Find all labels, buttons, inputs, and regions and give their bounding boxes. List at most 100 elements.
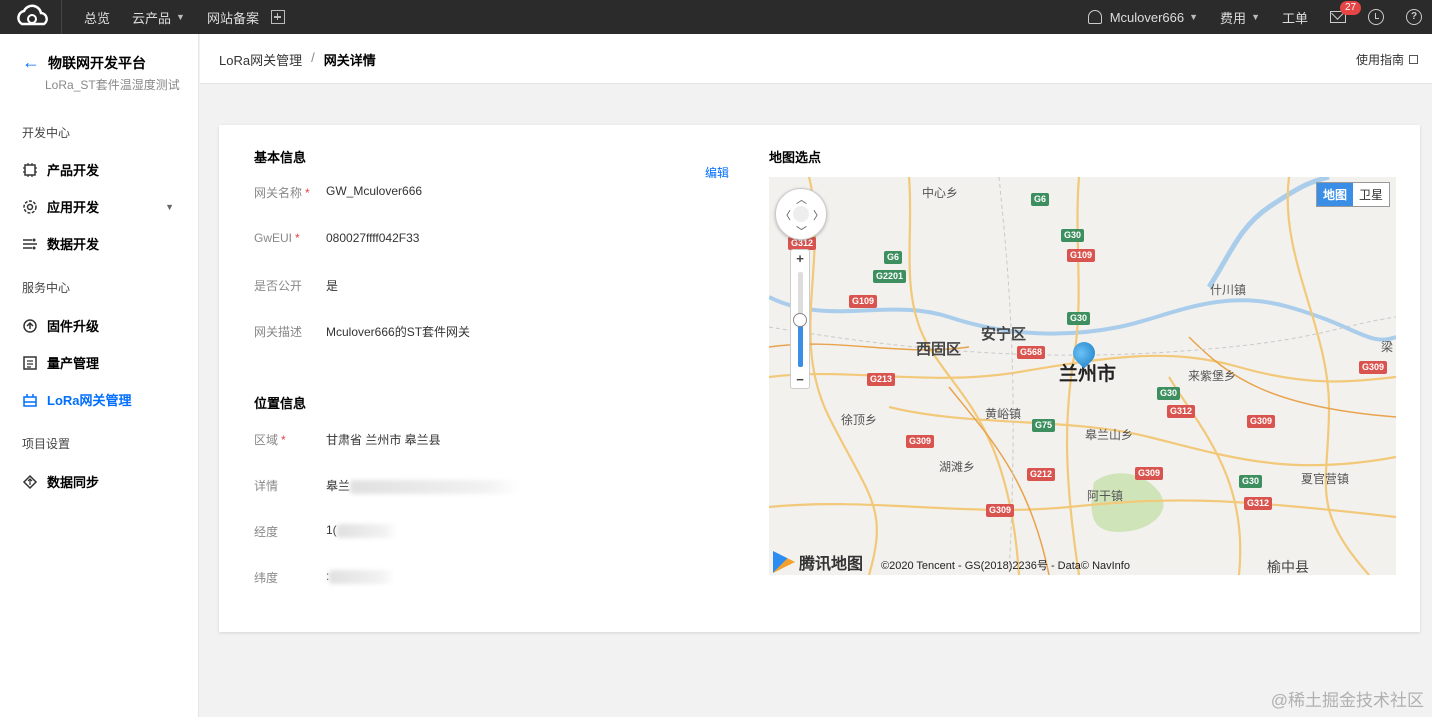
cloud-logo-icon[interactable] [10,0,62,34]
sidebar-item-mass-production[interactable]: 量产管理 [22,353,182,372]
sidebar-item-data-sync[interactable]: 数据同步 [22,472,182,491]
ticket-link[interactable]: 工单 [1282,8,1308,27]
sidebar-item-label: 应用开发 [47,200,100,215]
section-service-center: 服务中心 [22,281,71,295]
is-public-value: 是 [326,279,339,293]
map-type-satellite-button[interactable]: 卫星 [1353,183,1389,206]
field-label-text: GwEUI [254,231,293,245]
edit-button[interactable]: 编辑 [705,164,729,181]
road-shield: G75 [1032,419,1056,432]
map-label: 梁 [1381,340,1394,354]
field-label-gateway-name: 网关名称 * [254,184,310,201]
help-button[interactable]: ? [1406,9,1422,25]
ticket-label: 工单 [1281,10,1308,26]
breadcrumb-lora-gateway[interactable]: LoRa网关管理 [219,50,302,69]
latitude-value: : [326,569,395,584]
nav-icp-filing[interactable]: 网站备案 [207,8,259,27]
nav-icp-filing-label: 网站备案 [206,10,259,26]
road-shield: G109 [849,295,878,308]
gateway-name-value: GW_Mculover666 [326,184,423,198]
add-shortcut-icon[interactable] [270,10,285,24]
page-title: 网关详情 [323,53,376,68]
map-label: 西固区 [916,341,962,358]
field-label-detail: 详情 [254,477,281,494]
field-label-region: 区域 * [254,431,286,448]
detail-value-text: 皋兰 [326,479,351,493]
road-shield: G309 [1135,467,1164,480]
message-count-badge: 27 [1340,1,1362,15]
pan-down-icon[interactable]: ﹀ [796,223,807,239]
sidebar-item-lora-gateway[interactable]: LoRa网关管理 [22,390,182,409]
map-pan-control[interactable]: ︿ ﹀ 〈 〉 [775,188,827,240]
sync-icon [22,474,38,490]
required-mark: * [295,231,300,245]
list-icon [22,355,38,371]
description-value: Mculover666的ST套件网关 [326,325,471,339]
page-header: LoRa网关管理 / 网关详情 使用指南 [200,34,1432,84]
zoom-level-fill [798,319,803,367]
gweui-value: 080027ffff042F33 [326,231,420,245]
map-picker[interactable]: 中心乡 什川镇 安宁区 西固区 兰州市 来紫堡乡 黄峪镇 徐顶乡 皋兰山乡 湖滩… [769,177,1396,575]
zoom-handle[interactable] [793,312,807,327]
map-type-map-button[interactable]: 地图 [1316,183,1353,206]
breadcrumb: LoRa网关管理 / 网关详情 [219,50,376,69]
chevron-down-icon: ▼ [165,201,174,212]
sidebar-item-label: 产品开发 [47,163,100,178]
field-label-text: 纬度 [254,571,279,585]
map-label: 徐顶乡 [841,413,878,427]
sidebar-item-label: LoRa网关管理 [47,393,132,408]
field-label-longitude: 经度 [254,523,281,540]
billing-menu[interactable]: 费用 ▼ [1220,8,1260,27]
location-info-title: 位置信息 [254,396,307,411]
road-shield: G30 [1061,229,1085,242]
user-menu[interactable]: Mculover666 ▼ [1087,9,1198,25]
field-label-description: 网关描述 [254,323,305,340]
map-label: 来紫堡乡 [1188,369,1237,383]
road-shield: G109 [1067,249,1096,262]
pan-up-icon[interactable]: ︿ [796,191,807,207]
pan-right-icon[interactable]: 〉 [813,207,824,223]
field-label-text: 网关描述 [254,325,303,339]
map-label: 榆中县 [1267,559,1309,575]
required-mark: * [281,433,286,447]
road-shield: G312 [1244,497,1273,510]
zoom-out-button[interactable]: − [791,372,809,387]
redacted-blur [350,479,521,494]
sidebar-item-data-dev[interactable]: 数据开发 [22,234,182,253]
firmware-upgrade-icon [22,318,38,334]
breadcrumb-separator: / [311,50,315,65]
sidebar-item-label: 固件升级 [47,319,100,334]
billing-label: 费用 [1220,10,1247,26]
message-button[interactable]: 27 [1330,1,1362,23]
map-label: 中心乡 [922,186,959,200]
road-shield: G309 [906,435,935,448]
pan-left-icon[interactable]: 〈 [780,207,791,223]
sidebar-item-firmware[interactable]: 固件升级 [22,316,182,335]
tencent-map-logo: 腾讯地图 [773,550,863,574]
road-shield: G2201 [873,270,907,283]
zoom-slider[interactable]: + − [790,249,810,389]
user-guide-link[interactable]: 使用指南 [1356,51,1418,68]
sidebar-item-product-dev[interactable]: 产品开发 [22,160,182,179]
data-flow-icon [22,236,38,252]
field-label-text: 经度 [254,525,279,539]
gear-icon [22,199,38,215]
nav-overview[interactable]: 总览 [84,8,110,27]
field-label-text: 是否公开 [254,279,303,293]
zoom-in-button[interactable]: + [791,251,809,266]
project-name: LoRa_ST套件温湿度测试 [45,78,180,92]
sidebar-item-app-dev[interactable]: 应用开发 ▼ [22,197,182,216]
road-shield: G568 [1017,346,1046,359]
road-shield: G6 [1031,193,1050,206]
road-shield: G30 [1157,387,1181,400]
road-shield: G30 [1239,475,1263,488]
road-shield: G212 [1027,468,1056,481]
road-shield: G213 [867,373,896,386]
user-icon [1087,10,1102,24]
back-to-platform[interactable]: ← 物联网开发平台 [22,52,146,73]
user-name: Mculover666 [1109,9,1185,25]
road-shield: G312 [1167,405,1196,418]
recent-history-button[interactable] [1368,9,1384,25]
nav-cloud-products[interactable]: 云产品 ▼ [132,8,185,27]
watermark: @稀土掘金技术社区 [1270,691,1424,710]
